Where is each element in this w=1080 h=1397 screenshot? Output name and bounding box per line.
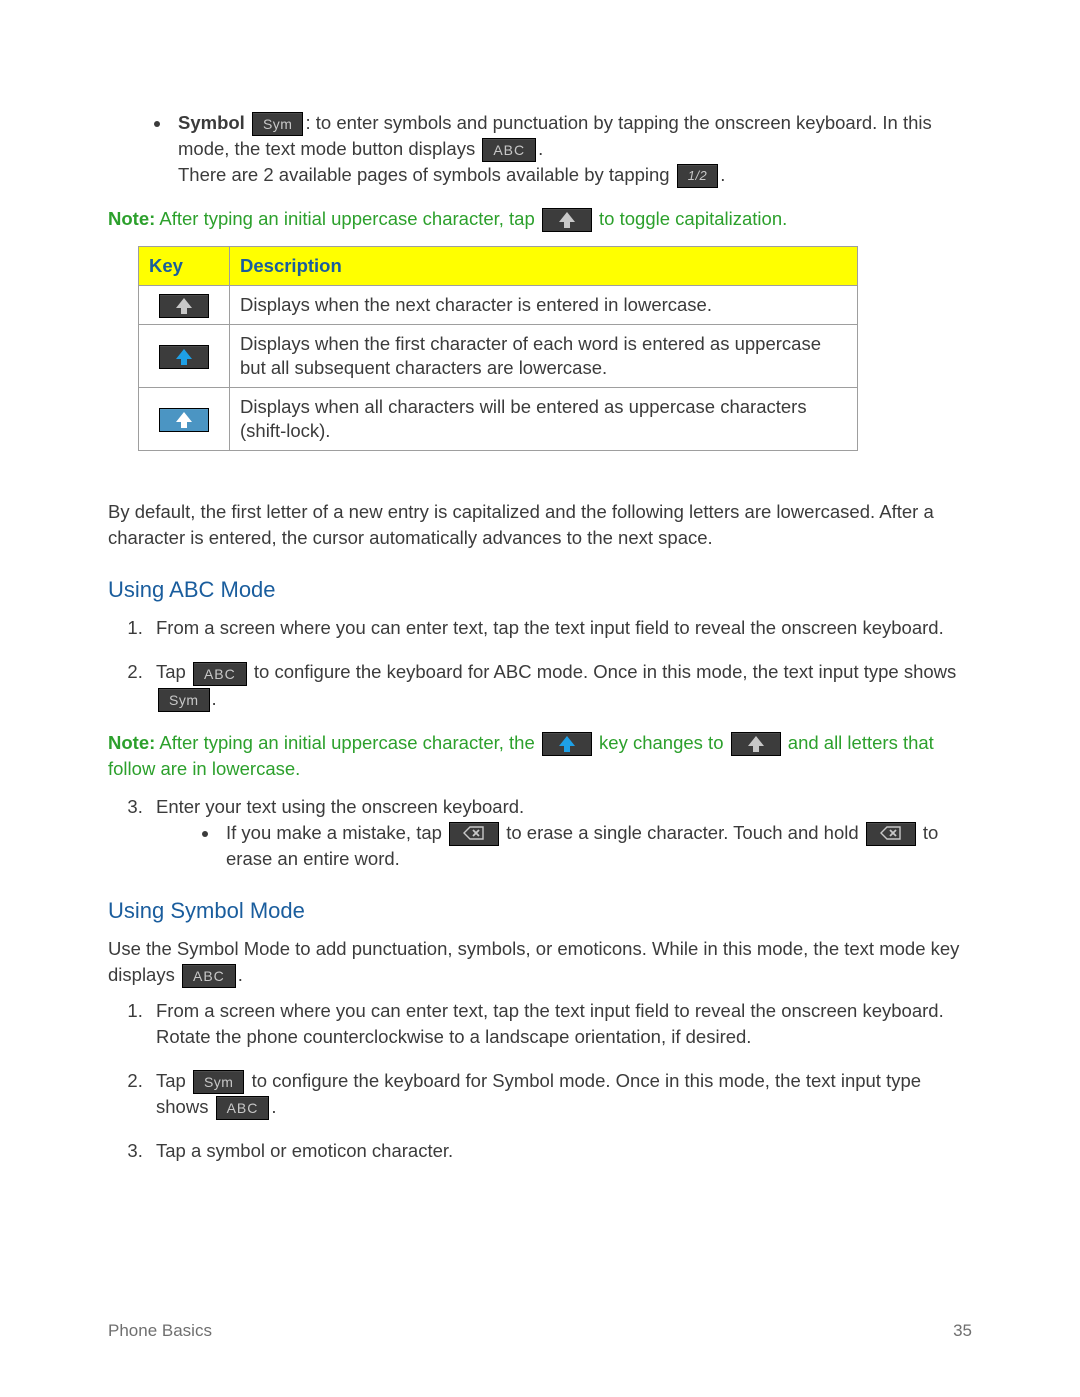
period: . (271, 1096, 276, 1117)
abc-mode-steps: From a screen where you can enter text, … (128, 615, 972, 711)
page-footer: Phone Basics 35 (108, 1321, 972, 1341)
list-item: Tap Sym to configure the keyboard for Sy… (148, 1068, 972, 1120)
sym-key-icon: Sym (193, 1070, 245, 1094)
table-row: Displays when the next character is ente… (139, 286, 858, 325)
desc-cell: Displays when all characters will be ent… (230, 388, 858, 451)
note-label: Note: (108, 208, 155, 229)
note1-b: to toggle capitalization. (594, 208, 787, 229)
note-label: Note: (108, 732, 155, 753)
note2-b: key changes to (594, 732, 729, 753)
abc-key-icon: ABC (216, 1096, 270, 1120)
table-header-row: Key Description (139, 247, 858, 286)
key-cell-initcap (139, 325, 230, 388)
table-row: Displays when all characters will be ent… (139, 388, 858, 451)
step2-b: to configure the keyboard for ABC mode. … (249, 661, 957, 682)
note2-a: After typing an initial uppercase charac… (155, 732, 540, 753)
note-1: Note: After typing an initial uppercase … (108, 206, 972, 232)
document-page: Symbol Sym: to enter symbols and punctua… (0, 0, 1080, 1397)
list-item: Tap ABC to configure the keyboard for AB… (148, 659, 972, 711)
heading-using-abc-mode: Using ABC Mode (108, 577, 972, 603)
abc-key-icon: ABC (482, 138, 536, 162)
abc-key-icon: ABC (182, 964, 236, 988)
symbol-mode-bullet-list: Symbol Sym: to enter symbols and punctua… (172, 110, 972, 188)
abc-mode-steps-cont: Enter your text using the onscreen keybo… (128, 794, 972, 872)
footer-left: Phone Basics (108, 1321, 212, 1341)
shift-initcap-icon (159, 345, 209, 369)
heading-using-symbol-mode: Using Symbol Mode (108, 898, 972, 924)
shift-lowercase-icon (159, 294, 209, 318)
sub-a: If you make a mistake, tap (226, 822, 447, 843)
symbol-line2: There are 2 available pages of symbols a… (178, 164, 675, 185)
note1-a: After typing an initial uppercase charac… (155, 208, 540, 229)
shift-key-table: Key Description Displays when the next c… (138, 246, 858, 451)
shift-lock-icon (159, 408, 209, 432)
footer-page-number: 35 (953, 1321, 972, 1341)
period: . (538, 138, 543, 159)
note-2: Note: After typing an initial uppercase … (108, 730, 972, 782)
abc-key-icon: ABC (193, 662, 247, 686)
key-cell-lowercase (139, 286, 230, 325)
desc-cell: Displays when the first character of eac… (230, 325, 858, 388)
symbol-mode-bullet: Symbol Sym: to enter symbols and punctua… (172, 110, 972, 188)
symbol-mode-intro: Use the Symbol Mode to add punctuation, … (108, 936, 972, 988)
list-item: From a screen where you can enter text, … (148, 998, 972, 1050)
sym-key-icon: Sym (158, 688, 210, 712)
sym-key-icon: Sym (252, 112, 304, 136)
list-item: Tap a symbol or emoticon character. (148, 1138, 972, 1164)
th-desc: Description (230, 247, 858, 286)
list-item: From a screen where you can enter text, … (148, 615, 972, 641)
shift-initcap-icon (542, 732, 592, 756)
backspace-key-icon (866, 822, 916, 846)
desc-cell: Displays when the next character is ente… (230, 286, 858, 325)
key-cell-shiftlock (139, 388, 230, 451)
sub-b: to erase a single character. Touch and h… (501, 822, 864, 843)
step3-sublist: If you make a mistake, tap to erase a si… (220, 820, 972, 872)
s2a: Tap (156, 1070, 191, 1091)
table-row: Displays when the first character of eac… (139, 325, 858, 388)
shift-lowercase-icon (731, 732, 781, 756)
list-item: If you make a mistake, tap to erase a si… (220, 820, 972, 872)
backspace-key-icon (449, 822, 499, 846)
list-item: Enter your text using the onscreen keybo… (148, 794, 972, 872)
period: . (212, 688, 217, 709)
default-behavior-paragraph: By default, the first letter of a new en… (108, 499, 972, 551)
step2-a: Tap (156, 661, 191, 682)
period: . (720, 164, 725, 185)
symbol-mode-steps: From a screen where you can enter text, … (128, 998, 972, 1164)
symbol-label: Symbol (178, 112, 245, 133)
half-key-icon: 1/2 (677, 164, 719, 188)
shift-arrow-icon (542, 208, 592, 232)
period: . (238, 964, 243, 985)
step3: Enter your text using the onscreen keybo… (156, 796, 524, 817)
th-key: Key (139, 247, 230, 286)
